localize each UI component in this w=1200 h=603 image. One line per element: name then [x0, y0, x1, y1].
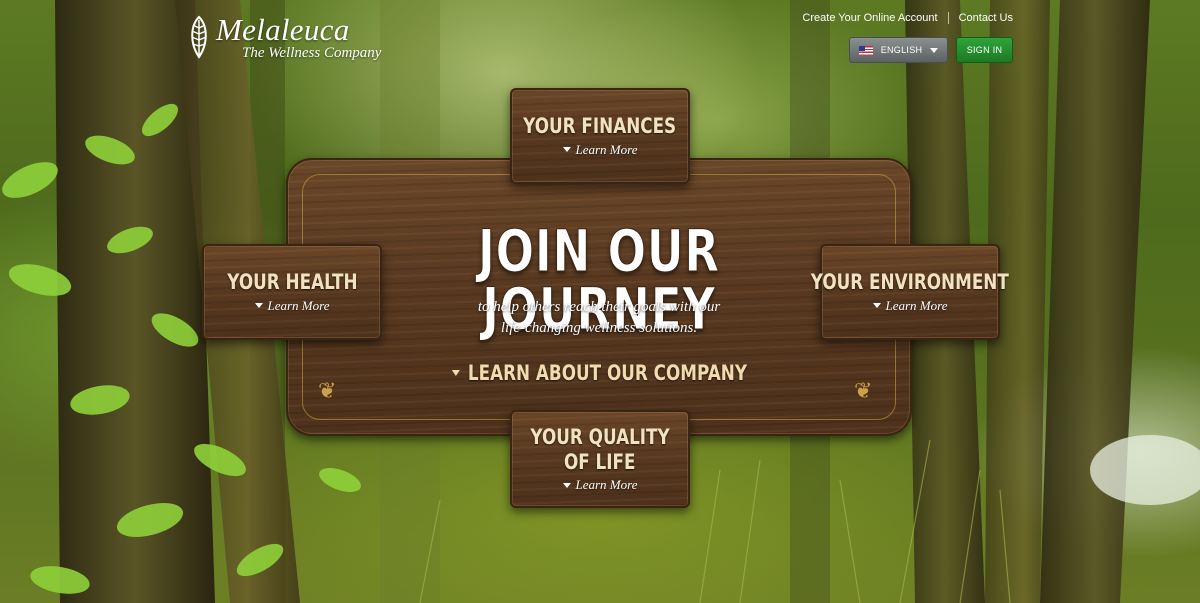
sign-in-button[interactable]: SIGN IN — [956, 37, 1013, 63]
sign-title: YOUR FINANCES — [523, 114, 677, 139]
triangle-down-icon — [562, 147, 571, 153]
sign-title: YOUR ENVIRONMENT — [810, 270, 1010, 295]
triangle-down-icon — [562, 482, 571, 488]
sign-your-finances[interactable]: YOUR FINANCES Learn More — [510, 88, 690, 184]
leaf-logo-icon — [191, 15, 207, 59]
sign-title: YOUR HEALTH — [226, 270, 358, 295]
learn-more-label: Learn More — [885, 297, 948, 313]
sign-title-line-2: OF LIFE — [564, 450, 636, 474]
top-links: Create Your Online Account Contact Us — [802, 12, 1013, 24]
language-selector[interactable]: ENGLISH — [849, 37, 948, 63]
chevron-down-icon — [930, 47, 939, 53]
language-label: ENGLISH — [880, 45, 923, 55]
company-link-label: LEARN ABOUT OUR COMPANY — [467, 360, 747, 385]
melaleuca-logo[interactable]: Melaleuca The Wellness Company — [186, 14, 381, 61]
triangle-down-icon — [872, 303, 881, 309]
learn-more-link[interactable]: Learn More — [562, 477, 638, 493]
sign-your-quality-of-life[interactable]: YOUR QUALITY OF LIFE Learn More — [510, 410, 690, 508]
sign-title-line-1: YOUR QUALITY — [530, 424, 670, 449]
learn-more-link[interactable]: Learn More — [562, 141, 638, 158]
contact-us-link[interactable]: Contact Us — [959, 12, 1013, 24]
learn-more-link[interactable]: Learn More — [254, 297, 330, 314]
learn-more-label: Learn More — [575, 141, 638, 157]
logo-name: Melaleuca — [216, 12, 350, 47]
learn-more-label: Learn More — [267, 297, 330, 313]
sign-your-health[interactable]: YOUR HEALTH Learn More — [202, 244, 382, 340]
learn-about-company-link[interactable]: LEARN ABOUT OUR COMPANY — [286, 359, 912, 384]
link-divider — [947, 12, 949, 24]
triangle-down-icon — [451, 370, 460, 376]
triangle-down-icon — [254, 303, 263, 309]
logo-tagline: The Wellness Company — [242, 45, 382, 61]
us-flag-icon — [858, 45, 873, 55]
create-account-link[interactable]: Create Your Online Account — [802, 12, 937, 24]
learn-more-label: Learn More — [575, 477, 638, 493]
sign-your-environment[interactable]: YOUR ENVIRONMENT Learn More — [811, 244, 1009, 340]
learn-more-link[interactable]: Learn More — [872, 297, 948, 314]
